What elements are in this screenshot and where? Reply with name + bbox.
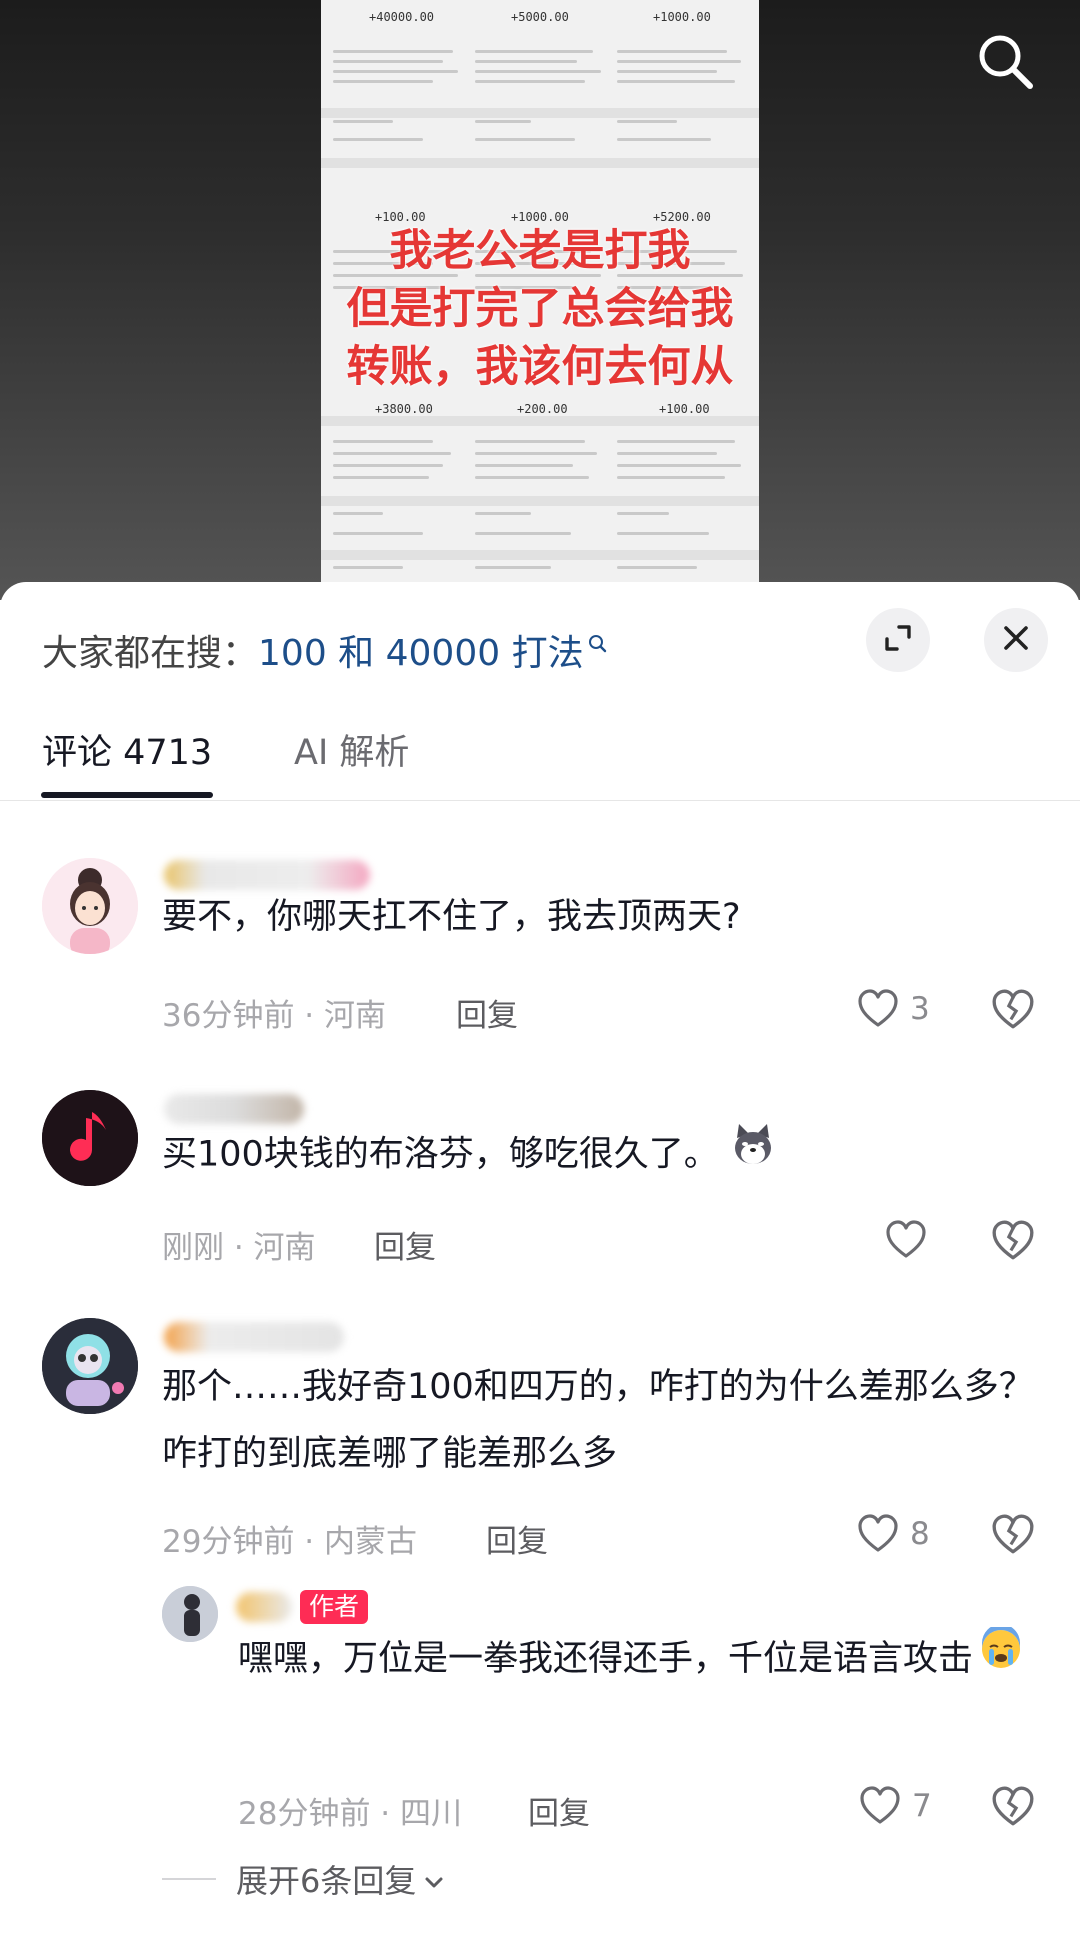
avatar[interactable] xyxy=(42,1090,138,1186)
like-button[interactable] xyxy=(884,1218,1004,1268)
crying-emoji-icon xyxy=(979,1623,1023,1694)
broken-heart-icon xyxy=(990,1514,1036,1562)
expand-replies-label: 展开6条回复 xyxy=(236,1862,417,1900)
search-icon[interactable] xyxy=(974,30,1038,94)
caption-line: 我老公老是打我 xyxy=(389,226,691,276)
dislike-button[interactable] xyxy=(990,1784,1038,1832)
reply-button[interactable]: 回复 xyxy=(528,1788,590,1833)
reply-text: 嘿嘿，万位是一拳我还得还手，千位是语言攻击 xyxy=(238,1623,1038,1694)
expand-icon xyxy=(881,621,915,659)
avatar[interactable] xyxy=(162,1586,218,1642)
expand-button[interactable] xyxy=(866,608,930,672)
reply-button[interactable]: 回复 xyxy=(456,990,518,1035)
tab-ai-analysis[interactable]: AI 解析 xyxy=(294,724,409,775)
search-hint-query[interactable]: 100 和 40000 打法 xyxy=(258,633,584,674)
reply-button[interactable]: 回复 xyxy=(486,1516,548,1561)
caption-line: 转账，我该何去何从 xyxy=(346,342,734,392)
close-icon xyxy=(999,621,1033,659)
close-button[interactable] xyxy=(984,608,1048,672)
reply-button[interactable]: 回复 xyxy=(374,1222,436,1267)
active-tab-indicator xyxy=(41,792,213,798)
expand-divider xyxy=(162,1878,216,1880)
like-button[interactable]: 3 xyxy=(856,987,976,1037)
broken-heart-icon xyxy=(990,1786,1036,1834)
receipt-amount: +1000.00 xyxy=(653,10,711,24)
search-icon xyxy=(588,624,608,665)
dislike-button[interactable] xyxy=(990,1512,1038,1560)
author-badge: 作者 xyxy=(300,1590,369,1624)
dislike-button[interactable] xyxy=(990,1218,1038,1266)
like-count: 8 xyxy=(910,1516,930,1552)
dog-emoji-icon xyxy=(729,1120,777,1191)
heart-icon xyxy=(856,1514,900,1560)
dislike-button[interactable] xyxy=(990,987,1038,1035)
comment-tabs: 评论 4713 AI 解析 xyxy=(0,712,1080,801)
comment-meta: 29分钟前 · 内蒙古 xyxy=(162,1524,418,1560)
caption-line: 但是打完了总会给我 xyxy=(346,284,734,334)
comment-text: 买100块钱的布洛芬，够吃很久了。 xyxy=(162,1120,1042,1191)
comment-sheet: 大家都在搜：100 和 40000 打法 评论 4713 AI 解析 要不，你哪… xyxy=(0,582,1080,1942)
comment-text: 要不，你哪天扛不住了，我去顶两天? xyxy=(162,897,741,937)
search-hint-prefix: 大家都在搜： xyxy=(42,633,259,674)
comment-meta: 36分钟前 · 河南 xyxy=(162,998,387,1034)
receipt-amount: +40000.00 xyxy=(369,10,435,24)
broken-heart-icon xyxy=(990,1220,1036,1268)
username-blurred[interactable] xyxy=(236,1592,292,1622)
receipt-amount: +100.00 xyxy=(659,402,710,416)
avatar[interactable] xyxy=(42,1318,138,1414)
video-caption-overlay: 我老公老是打我 但是打完了总会给我 转账，我该何去何从 xyxy=(321,222,759,396)
avatar[interactable] xyxy=(42,858,138,954)
tab-comments[interactable]: 评论 4713 xyxy=(42,724,212,775)
reply-meta: 28分钟前 · 四川 xyxy=(238,1796,463,1832)
username-blurred[interactable] xyxy=(164,1322,344,1352)
reply-text-content: 嘿嘿，万位是一拳我还得还手，千位是语言攻击 xyxy=(238,1639,974,1679)
broken-heart-icon xyxy=(990,989,1036,1037)
heart-icon xyxy=(856,989,900,1035)
comment-meta: 刚刚 · 河南 xyxy=(162,1230,316,1266)
receipt-amount: +200.00 xyxy=(517,402,568,416)
comment-text-content: 买100块钱的布洛芬，够吃很久了。 xyxy=(162,1134,719,1175)
heart-icon xyxy=(858,1786,902,1832)
like-button[interactable]: 7 xyxy=(858,1784,978,1834)
comment-text: 那个……我好奇100和四万的，咋打的为什么差那么多？咋打的到底差哪了能差那么多 xyxy=(162,1367,1034,1474)
video-area[interactable]: +40000.00 +100.00 +3800.00 +5000.00 +100… xyxy=(0,0,1080,600)
like-count: 3 xyxy=(910,991,930,1027)
heart-icon xyxy=(884,1220,928,1266)
chevron-down-icon xyxy=(422,1864,446,1902)
trending-search-hint[interactable]: 大家都在搜：100 和 40000 打法 xyxy=(42,624,608,676)
receipt-amount: +5000.00 xyxy=(511,10,569,24)
receipt-amount: +3800.00 xyxy=(375,402,433,416)
like-button[interactable]: 8 xyxy=(856,1512,976,1562)
expand-replies-button[interactable]: 展开6条回复 xyxy=(236,1856,446,1902)
like-count: 7 xyxy=(912,1788,932,1824)
